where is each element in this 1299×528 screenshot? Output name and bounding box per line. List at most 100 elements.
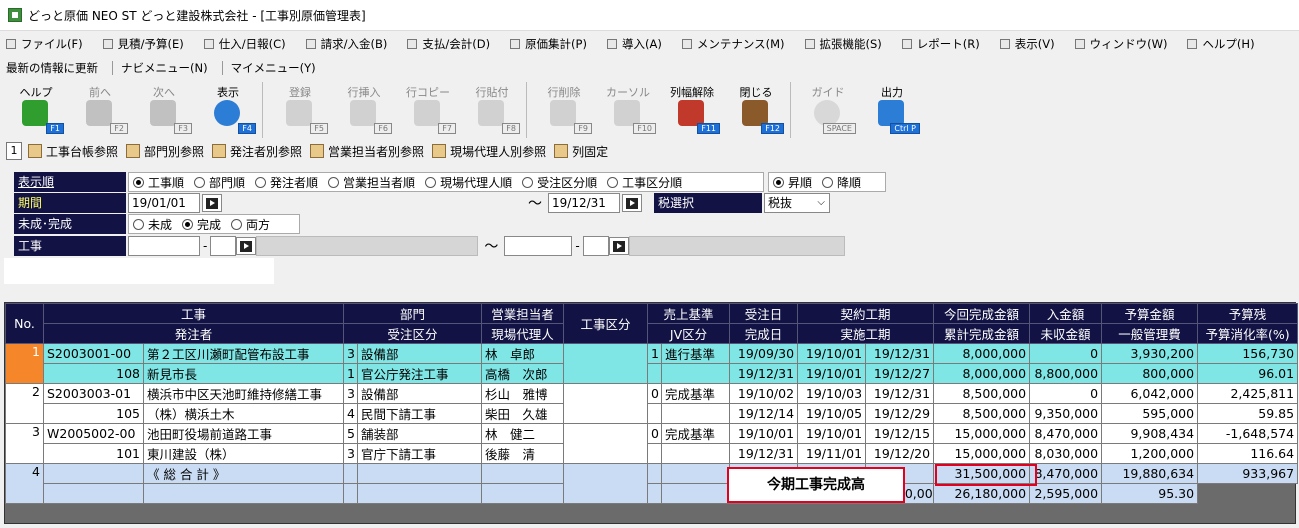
dir_options-radio-0[interactable]: 昇順 — [773, 174, 812, 191]
dept-name[interactable]: 設備部 — [357, 383, 483, 404]
site-agent[interactable]: 高橋 次郎 — [481, 363, 565, 384]
total-blank[interactable] — [647, 483, 663, 504]
table-row[interactable]: 101 東川建設（株） 3 官庁下請工事 後藤 清 19/12/31 19/11/01 19/… — [6, 443, 1299, 464]
total-row[interactable]: 4 《 総 合 計 》 31,500,000 8,470,000 19,880,634 9… — [5, 463, 1299, 504]
menu-item-10[interactable]: 表示(V) — [999, 36, 1055, 52]
header-sales[interactable]: 営業担当者 — [481, 303, 565, 324]
sales-basis[interactable]: 進行基準 — [661, 343, 731, 364]
admin-cost[interactable]: 800,000 — [1101, 363, 1199, 384]
menu-item-0[interactable]: ファイル(F) — [6, 36, 83, 52]
order_options-radio-1[interactable]: 部門順 — [194, 174, 245, 191]
budget-remaining[interactable]: -1,648,574 — [1197, 423, 1299, 444]
nav-item-5[interactable]: 列固定 — [554, 143, 608, 160]
budget-amount[interactable]: 3,930,200 — [1101, 343, 1199, 364]
contract-start[interactable]: 19/10/01 — [797, 423, 867, 444]
total-row[interactable]: 31,500,00026,180,0002,595,00095.30 — [6, 483, 1298, 504]
budget-amount[interactable]: 6,042,000 — [1101, 383, 1199, 404]
client-no[interactable]: 108 — [43, 363, 144, 384]
total-blank[interactable] — [661, 483, 731, 504]
juchu-no[interactable]: 4 — [343, 403, 359, 424]
menu-item-8[interactable]: 拡張機能(S) — [804, 36, 882, 52]
menu-item-2[interactable]: 仕入/日報(C) — [203, 36, 286, 52]
client-name[interactable]: （株）横浜土木 — [142, 403, 345, 424]
header-budget[interactable]: 予算金額 — [1101, 303, 1199, 324]
total-label[interactable]: 《 総 合 計 》 — [142, 463, 345, 484]
client-name[interactable]: 東川建設（株） — [142, 443, 345, 464]
contract-end[interactable]: 19/12/31 — [865, 343, 935, 364]
kouji-kubun[interactable] — [563, 383, 649, 424]
actual-end[interactable]: 19/12/27 — [865, 363, 935, 384]
toolbar-button-5[interactable]: 行挿入 F6 — [332, 82, 396, 138]
toolbar-button-13[interactable]: 出力 Ctrl P — [860, 82, 924, 138]
kouji-code[interactable]: W2005002-00 — [43, 423, 144, 444]
client-no[interactable]: 105 — [43, 403, 144, 424]
kouji-name[interactable]: 第２工区川瀬町配管布設工事 — [142, 343, 345, 364]
menu-item-11[interactable]: ウィンドウ(W) — [1074, 36, 1167, 52]
cumulative-amount[interactable]: 8,500,000 — [933, 403, 1031, 424]
uncollected-amount[interactable]: 9,350,000 — [1029, 403, 1103, 424]
juchu-no[interactable]: 1 — [343, 363, 359, 384]
kouji-name[interactable]: 横浜市中区天池町維持修繕工事 — [142, 383, 345, 404]
actual-start[interactable]: 19/10/01 — [797, 363, 867, 384]
header-bumon[interactable]: 部門 — [343, 303, 483, 324]
dir_options-radio-1[interactable]: 降順 — [822, 174, 861, 191]
toolbar-button-4[interactable]: 登録 F5 — [268, 82, 332, 138]
nav-item-3[interactable]: 営業担当者別参照 — [310, 143, 424, 160]
order_options-radio-0[interactable]: 工事順 — [133, 174, 184, 191]
uncollected-amount[interactable]: 8,800,000 — [1029, 363, 1103, 384]
toolbar-button-8[interactable]: 行削除 F9 — [532, 82, 596, 138]
jv-kubun[interactable] — [661, 403, 731, 424]
header-kijun[interactable]: 売上基準 — [647, 303, 731, 324]
dept-no[interactable]: 5 — [343, 423, 359, 444]
site-agent[interactable]: 柴田 久雄 — [481, 403, 565, 424]
menu-item-1[interactable]: 見積/予算(E) — [102, 36, 184, 52]
header-kubun[interactable]: 工事区分 — [563, 303, 649, 344]
status_options-radio-1[interactable]: 完成 — [182, 216, 221, 233]
current-amount[interactable]: 8,500,000 — [933, 383, 1031, 404]
row-number[interactable]: 4 — [5, 463, 44, 504]
order-date[interactable]: 19/10/01 — [729, 423, 799, 444]
total-remaining[interactable]: 933,967 — [1197, 463, 1299, 484]
menu-item-4[interactable]: 支払/会計(D) — [407, 36, 490, 52]
jv-no[interactable] — [647, 443, 663, 464]
toolbar-button-2[interactable]: 次へ F3 — [132, 82, 196, 138]
total-blank[interactable] — [343, 483, 359, 504]
budget-rate[interactable]: 116.64 — [1197, 443, 1299, 464]
total-blank[interactable] — [563, 463, 649, 504]
kouji-from-branch-input[interactable] — [210, 236, 237, 256]
jv-no[interactable] — [647, 403, 663, 424]
actual-start[interactable]: 19/11/01 — [797, 443, 867, 464]
total-received[interactable]: 8,470,000 — [1029, 463, 1103, 484]
period-from-input[interactable]: 19/01/01 — [128, 193, 200, 213]
status_options-radio-2[interactable]: 両方 — [231, 216, 270, 233]
cumulative-amount[interactable]: 8,000,000 — [933, 363, 1031, 384]
sales-person[interactable]: 杉山 雅博 — [481, 383, 565, 404]
header-kouji[interactable]: 工事 — [42, 303, 345, 324]
total-budget[interactable]: 19,880,634 — [1101, 463, 1199, 484]
total-code[interactable] — [43, 463, 144, 484]
header-amount[interactable]: 今回完成金額 — [933, 303, 1031, 324]
toolbar-button-10[interactable]: 列幅解除 F11 — [660, 82, 724, 138]
menu-item-7[interactable]: メンテナンス(M) — [681, 36, 785, 52]
header-juchu[interactable]: 受注区分 — [343, 323, 483, 344]
order_options-radio-3[interactable]: 営業担当者順 — [328, 174, 415, 191]
kouji-code[interactable]: S2003001-00 — [43, 343, 144, 364]
client-no[interactable]: 101 — [43, 443, 144, 464]
kouji-kubun[interactable] — [563, 423, 649, 464]
jv-kubun[interactable] — [661, 443, 731, 464]
row-number[interactable]: 1 — [5, 343, 44, 384]
client-name[interactable]: 新見市長 — [142, 363, 345, 384]
dept-no[interactable]: 3 — [343, 383, 359, 404]
toolbar-button-1[interactable]: 前へ F2 — [68, 82, 132, 138]
total-blank[interactable] — [357, 483, 483, 504]
kouji-name[interactable]: 池田町役場前道路工事 — [142, 423, 345, 444]
menu-item-6[interactable]: 導入(A) — [606, 36, 662, 52]
total-blank[interactable] — [43, 483, 144, 504]
actual-end[interactable]: 19/12/29 — [865, 403, 935, 424]
results-grid[interactable]: No. 工事 部門 営業担当者 工事区分 売上基準 受注日 契約工期 今回完成金… — [4, 302, 1299, 524]
uncollected-amount[interactable]: 8,030,000 — [1029, 443, 1103, 464]
header-zan[interactable]: 予算残 — [1197, 303, 1299, 324]
total-blank[interactable] — [357, 463, 483, 484]
total-blank[interactable] — [343, 463, 359, 484]
my-menu-link[interactable]: マイメニュー(Y) — [231, 60, 316, 76]
